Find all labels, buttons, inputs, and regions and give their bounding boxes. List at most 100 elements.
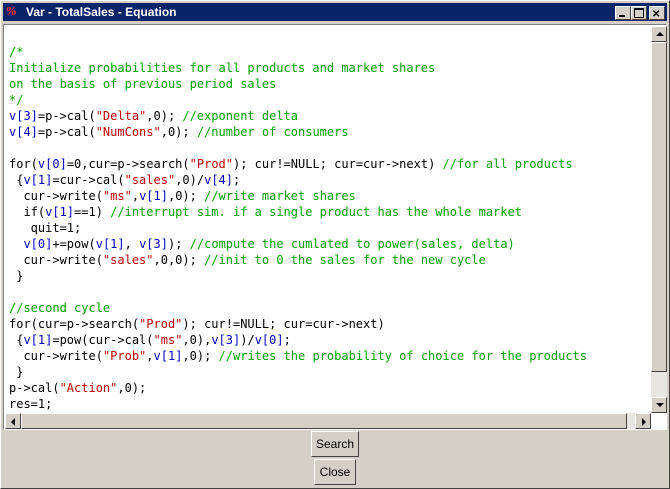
code-token: cur->write( [9,189,103,203]
code-line: } [9,364,649,380]
equation-window: % Var - TotalSales - Equation /* Initiali… [0,0,670,489]
code-token: ); cur!=NULL; cur=cur->next) [233,157,443,171]
app-icon: % [6,5,17,18]
code-token: v[0] [37,157,67,171]
horizontal-scroll-thumb[interactable] [21,413,627,429]
code-line: cur->write("Prob",v[1],0); //writes the … [9,348,649,364]
code-token: for(cur=p->search( [9,317,140,331]
code-token: , [131,189,140,203]
code-token: v[1] [95,237,125,251]
code-token: if( [9,205,46,219]
code-token: /* [9,45,24,59]
code-token: } [9,365,24,379]
code-line: Initialize probabilities for all product… [9,60,649,76]
code-token: { [9,333,24,347]
title-bar[interactable]: % Var - TotalSales - Equation [3,3,667,24]
code-token: ==1) [74,205,111,219]
down-arrow-icon[interactable] [651,397,667,413]
code-line: //second cycle [9,300,649,316]
code-token: =p->cal( [37,109,96,123]
up-arrow-icon[interactable] [651,26,667,42]
code-token: ,0,0); [153,253,205,267]
code-token: v[1] [139,189,168,203]
code-token: */ [9,93,24,107]
code-line: v[0]+=pow(v[1], v[3]); //compute the cum… [9,236,649,252]
code-text[interactable]: /* Initialize probabilities for all produ… [9,44,649,414]
code-token: v[0] [254,333,284,347]
left-arrow-icon[interactable] [5,413,21,429]
code-token: for( [9,157,38,171]
code-line: cur->write("sales",0,0); //init to 0 the… [9,252,649,268]
code-line: res=1; [9,396,649,412]
code-token: cur->write( [9,349,103,363]
code-token: "ms" [153,333,183,347]
code-token: , [124,237,140,251]
code-token: =pow(cur->cal( [52,333,154,347]
code-token: cur->write( [9,253,103,267]
code-token: res=1; [9,397,53,411]
code-token: "Prod" [139,317,183,331]
code-line: v[3]=p->cal("Delta",0); //exponent delta [9,108,649,124]
close-icon[interactable] [649,6,665,24]
code-token: v[3] [139,237,168,251]
code-token: v[1] [153,349,183,363]
horizontal-scrollbar[interactable] [5,413,651,429]
code-token: v[1] [23,173,53,187]
code-token: Initialize probabilities for all product… [9,61,436,75]
code-token: //compute the cumlated to power(sales, d… [189,237,515,251]
code-token: =p->cal( [37,125,96,139]
maximize-icon[interactable] [631,6,647,20]
code-line: on the basis of previous period sales [9,76,649,92]
code-token: v[3] [9,109,38,123]
code-line: p->cal("Action",0); [9,380,649,396]
code-token: //for all products [442,157,573,171]
code-line: /* [9,44,649,60]
code-token: +=pow( [52,237,96,251]
code-token: v[4] [9,125,38,139]
code-token: p->cal( [9,381,60,395]
code-token: "Prod" [189,157,233,171]
code-token: )/ [240,333,255,347]
code-line: for(v[0]=0,cur=p->search("Prod"); cur!=N… [9,156,649,172]
code-token: //number of consumers [196,125,349,139]
code-line: } [9,268,649,284]
code-token: //second cycle [9,301,111,315]
code-token: "Prob" [102,349,147,363]
code-token: //exponent delta [182,109,298,123]
code-token: ,0); [182,349,219,363]
code-token: ,0); [167,189,205,203]
minimize-icon[interactable] [615,6,631,20]
code-token: //writes the probability of choice for t… [218,349,588,363]
code-token: v[3] [211,333,241,347]
code-token: , [146,349,154,363]
code-token: //init to 0 the sales for the new cycle [204,253,486,267]
code-token: v[1] [23,333,53,347]
code-token: =cur->cal( [52,173,125,187]
code-token: ,0), [182,333,212,347]
search-button[interactable]: Search [311,431,359,457]
vertical-scroll-thumb[interactable] [651,42,667,372]
code-token: //write market shares [204,189,356,203]
code-line: for(cur=p->search("Prod"); cur!=NULL; cu… [9,316,649,332]
vertical-scrollbar[interactable] [651,26,667,413]
code-line: if(v[1]==1) //interrupt sim. if a single… [9,204,649,220]
code-editor[interactable]: /* Initialize probabilities for all produ… [3,24,667,430]
code-token: ,0); [146,109,183,123]
code-token: v[0] [23,237,53,251]
code-token: ; [233,173,241,187]
code-line: cur->write("ms",v[1],0); //write market … [9,188,649,204]
code-token: } [9,269,24,283]
code-line: {v[1]=cur->cal("sales",0)/v[4]; [9,172,649,188]
code-token: ; [283,333,291,347]
code-token: //interrupt sim. if a single product has… [110,205,522,219]
code-token: "sales" [102,253,154,267]
code-token: v[1] [45,205,75,219]
code-token: ,0)/ [175,173,205,187]
code-token: =0,cur=p->search( [66,157,190,171]
right-arrow-icon[interactable] [635,413,651,429]
close-button[interactable]: Close [314,459,356,485]
code-token: "NumCons" [95,125,161,139]
